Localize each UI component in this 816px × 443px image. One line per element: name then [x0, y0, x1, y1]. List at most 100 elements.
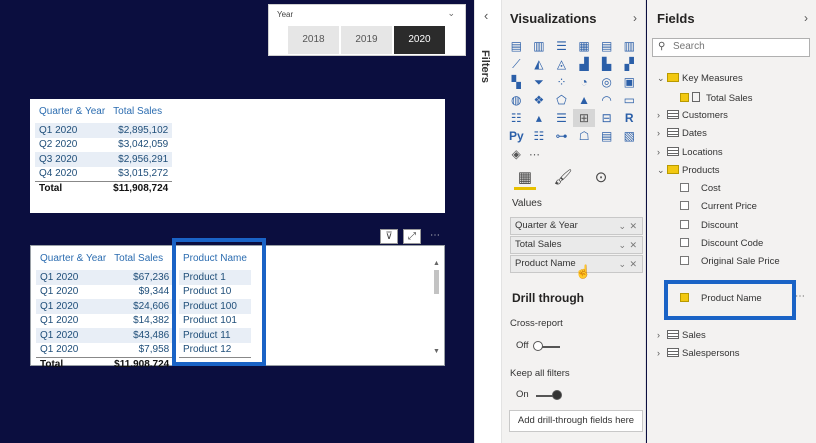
clustered-bar-icon[interactable]: ☰	[550, 37, 573, 55]
python-visual-icon[interactable]: Py	[505, 127, 528, 145]
add-drill-through-fields-button[interactable]: Add drill-through fields here	[509, 410, 643, 432]
scatter-icon[interactable]: ⁘	[550, 73, 573, 91]
filter-icon[interactable]: ⊽	[380, 229, 398, 244]
kpi-icon[interactable]: ▴	[528, 109, 551, 127]
field-discount[interactable]: Discount	[680, 220, 738, 231]
cross-report-toggle[interactable]: Off	[516, 340, 560, 351]
gauge-icon[interactable]: ◠	[595, 91, 618, 109]
matrix-icon[interactable]: ⊟	[595, 109, 618, 127]
column-header[interactable]: Total Sales	[110, 246, 173, 270]
qa-icon[interactable]: ☖	[573, 127, 596, 145]
pie-icon[interactable]: ◔	[573, 73, 596, 91]
chevron-left-icon[interactable]: ‹	[484, 8, 488, 23]
smart-narrative-icon[interactable]: ▤	[595, 127, 618, 145]
field-discount-code[interactable]: Discount Code	[680, 238, 763, 249]
chevron-down-icon[interactable]: ⌄	[618, 218, 626, 234]
chevron-right-icon[interactable]: ›	[804, 11, 808, 25]
multi-row-card-icon[interactable]: ☷	[505, 109, 528, 127]
filled-map-icon[interactable]: ❖	[528, 91, 551, 109]
hand-cursor-icon: ☝	[575, 264, 592, 279]
sales-table-visual[interactable]: Quarter & Year Total Sales Q1 2020 $2,895…	[30, 99, 445, 213]
shape-map-icon[interactable]: ⬠	[550, 91, 573, 109]
field-total-sales[interactable]: Total Sales	[680, 92, 752, 104]
area-chart-icon[interactable]: ◭	[528, 55, 551, 73]
funnel-icon[interactable]: ⏷	[528, 73, 551, 91]
slicer-icon[interactable]: ☰	[550, 109, 573, 127]
line-chart-icon[interactable]: ⟋	[505, 55, 528, 73]
well-total-sales[interactable]: Total Sales ⌄ ✕	[510, 236, 643, 254]
column-header[interactable]: Quarter & Year	[36, 246, 110, 270]
stacked-column-icon[interactable]: ▥	[528, 37, 551, 55]
ribbon-chart-icon[interactable]: ▞	[618, 55, 641, 73]
fields-tab-icon[interactable]: ▦	[514, 168, 536, 190]
table-sales[interactable]: › Sales	[657, 330, 706, 341]
field-current-price[interactable]: Current Price	[680, 201, 757, 212]
close-icon[interactable]: ✕	[629, 256, 637, 272]
close-icon[interactable]: ✕	[629, 237, 637, 253]
checkbox	[680, 256, 689, 265]
card-icon[interactable]: ▭	[618, 91, 641, 109]
chevron-down-icon[interactable]: ⌄	[618, 256, 626, 272]
table-row: Q1 2020 $67,236	[36, 270, 174, 285]
stacked-bar-icon[interactable]: ▤	[505, 37, 528, 55]
product-table-visual[interactable]: Quarter & Year Total Sales Q1 2020 $67,23…	[30, 245, 445, 367]
scroll-thumb[interactable]	[434, 270, 439, 294]
line-stacked-column-icon[interactable]: ▙	[595, 55, 618, 73]
slicer-title: Year	[277, 10, 294, 19]
table-key-measures[interactable]: ⌄ Key Measures	[657, 73, 743, 84]
slicer-option-2019[interactable]: 2019	[341, 26, 392, 54]
format-paint-roller-icon[interactable]: 🖌	[552, 168, 574, 190]
focus-mode-icon[interactable]: ⤢	[403, 229, 421, 244]
clustered-column-icon[interactable]: ▦	[573, 37, 596, 55]
chevron-right-icon[interactable]: ›	[633, 11, 637, 25]
analytics-magnifier-icon[interactable]: ⊙	[590, 168, 612, 190]
table-dates[interactable]: › Dates	[657, 128, 707, 139]
paginated-report-icon[interactable]: ▧	[618, 127, 641, 145]
column-header[interactable]: Product Name	[179, 246, 251, 270]
r-visual-icon[interactable]: R	[618, 109, 641, 127]
100-bar-icon[interactable]: ▤	[595, 37, 618, 55]
table-products[interactable]: ⌄ Products	[657, 165, 720, 176]
waterfall-icon[interactable]: ▚	[505, 73, 528, 91]
filters-pane-collapsed[interactable]: ‹ Filters	[474, 0, 502, 443]
slicer-option-2020[interactable]: 2020	[394, 26, 445, 54]
field-cost[interactable]: Cost	[680, 183, 721, 194]
scroll-down-icon[interactable]: ▼	[433, 348, 440, 355]
viz-tabs: ▦ 🖌 ⊙	[514, 168, 612, 190]
field-product-name[interactable]: Product Name	[680, 293, 762, 304]
slicer-option-2018[interactable]: 2018	[288, 26, 339, 54]
chevron-down-icon[interactable]: ⌄	[618, 237, 626, 253]
column-header[interactable]: Quarter & Year	[35, 99, 109, 123]
field-original-sale-price[interactable]: Original Sale Price	[680, 256, 780, 267]
search-box[interactable]: ⚲	[652, 38, 810, 57]
azure-map-icon[interactable]: ▲	[573, 91, 596, 109]
vertical-scrollbar[interactable]: ▲ ▼	[432, 260, 442, 355]
chevron-down-icon[interactable]: ⌄	[447, 8, 455, 19]
keep-all-filters-toggle[interactable]: On	[516, 389, 562, 400]
treemap-icon[interactable]: ▣	[618, 73, 641, 91]
scroll-up-icon[interactable]: ▲	[433, 260, 440, 267]
donut-icon[interactable]: ◎	[595, 73, 618, 91]
table-icon[interactable]: ⊞	[572, 109, 596, 127]
more-visuals-icon[interactable]: ⋯	[529, 148, 541, 161]
filters-label[interactable]: Filters	[479, 50, 491, 83]
stacked-area-icon[interactable]: ◬	[550, 55, 573, 73]
table-icon	[667, 73, 679, 82]
more-options-icon[interactable]: ⋯	[426, 229, 444, 244]
checkbox	[680, 201, 689, 210]
more-options-icon[interactable]: ⋯	[795, 291, 805, 302]
map-icon[interactable]: ◍	[505, 91, 528, 109]
total-row	[179, 356, 251, 367]
column-header[interactable]: Total Sales	[109, 99, 172, 123]
table-customers[interactable]: › Customers	[657, 110, 728, 121]
diamond-visual-icon[interactable]: ◈	[505, 145, 528, 163]
line-column-icon[interactable]: ▟	[573, 55, 596, 73]
search-input[interactable]	[673, 41, 803, 52]
key-influencers-icon[interactable]: ☷	[528, 127, 551, 145]
close-icon[interactable]: ✕	[629, 218, 637, 234]
decomposition-tree-icon[interactable]: ⊶	[550, 127, 573, 145]
table-salespersons[interactable]: › Salespersons	[657, 348, 740, 359]
table-locations[interactable]: › Locations	[657, 147, 723, 158]
100-column-icon[interactable]: ▥	[618, 37, 641, 55]
well-quarter-year[interactable]: Quarter & Year ⌄ ✕	[510, 217, 643, 235]
